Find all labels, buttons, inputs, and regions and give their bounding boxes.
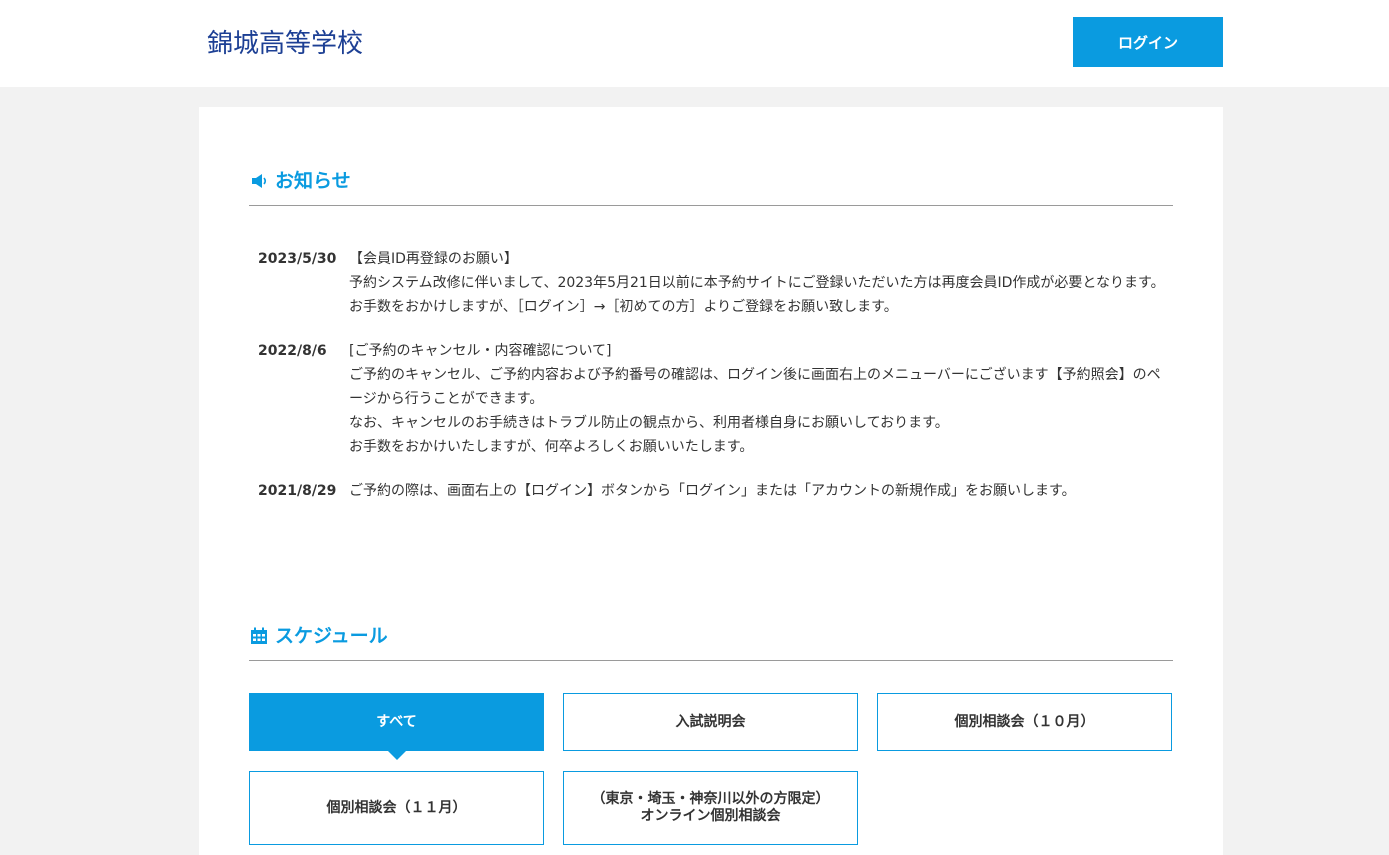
news-body: ご予約の際は、画面右上の【ログイン】ボタンから「ログイン」または「アカウントの新… [349,479,1168,503]
news-item: 2021/8/29 ご予約の際は、画面右上の【ログイン】ボタンから「ログイン」ま… [258,479,1168,503]
tab-online-consultation[interactable]: （東京・埼玉・神奈川以外の方限定） オンライン個別相談会 [563,771,858,845]
schedule-title: スケジュール [275,625,388,647]
news-line: ご予約の際は、画面右上の【ログイン】ボタンから「ログイン」または「アカウントの新… [349,483,1076,499]
tab-label: 入試説明会 [675,713,746,730]
news-body: 【会員ID再登録のお願い】 予約システム改修に伴いまして、2023年5月21日以… [349,247,1168,319]
news-item: 2022/8/6 [ご予約のキャンセル・内容確認について] ご予約のキャンセル、… [258,339,1168,459]
news-line: お手数をおかけいたしますが、何卒よろしくお願いいたします。 [349,439,754,455]
tab-label: 個別相談会（１１月） [326,799,467,816]
news-date: 2023/5/30 [258,251,337,267]
school-logo[interactable]: 錦城高等学校 [207,27,363,61]
tab-entrance-exam-briefing[interactable]: 入試説明会 [563,693,858,751]
site-header: 錦城高等学校 ログイン [0,0,1389,87]
tab-all[interactable]: すべて [249,693,544,760]
megaphone-icon [249,171,269,191]
tab-consultation-october[interactable]: 個別相談会（１０月） [877,693,1172,751]
news-list: 2023/5/30 【会員ID再登録のお願い】 予約システム改修に伴いまして、2… [258,247,1168,523]
tab-label: 個別相談会（１０月） [954,713,1095,730]
news-line: [ご予約のキャンセル・内容確認について] [349,343,612,359]
main-content: お知らせ 2023/5/30 【会員ID再登録のお願い】 予約システム改修に伴い… [199,107,1223,855]
news-title: お知らせ [275,170,351,192]
news-item: 2023/5/30 【会員ID再登録のお願い】 予約システム改修に伴いまして、2… [258,247,1168,319]
news-date: 2022/8/6 [258,343,327,359]
news-section-header: お知らせ [249,169,1173,206]
tab-label: すべて [376,713,417,730]
login-button[interactable]: ログイン [1073,17,1223,67]
news-line: なお、キャンセルのお手続きはトラブル防止の観点から、利用者様自身にお願いしており… [349,415,949,431]
news-line: お手数をおかけしますが、［ログイン］→［初めての方］よりご登録をお願い致します。 [349,299,898,315]
news-line: ご予約のキャンセル、ご予約内容および予約番号の確認は、ログイン後に画面右上のメニ… [349,367,1161,407]
tab-consultation-november[interactable]: 個別相談会（１１月） [249,771,544,845]
news-line: 【会員ID再登録のお願い】 [349,251,518,267]
news-date: 2021/8/29 [258,483,337,499]
calendar-icon [249,626,269,646]
tab-label-sub: オンライン個別相談会 [640,808,781,824]
news-body: [ご予約のキャンセル・内容確認について] ご予約のキャンセル、ご予約内容および予… [349,339,1168,459]
tab-label: （東京・埼玉・神奈川以外の方限定） [591,791,830,807]
schedule-section-header: スケジュール [249,624,1173,661]
news-line: 予約システム改修に伴いまして、2023年5月21日以前に本予約サイトにご登録いた… [349,275,1165,291]
